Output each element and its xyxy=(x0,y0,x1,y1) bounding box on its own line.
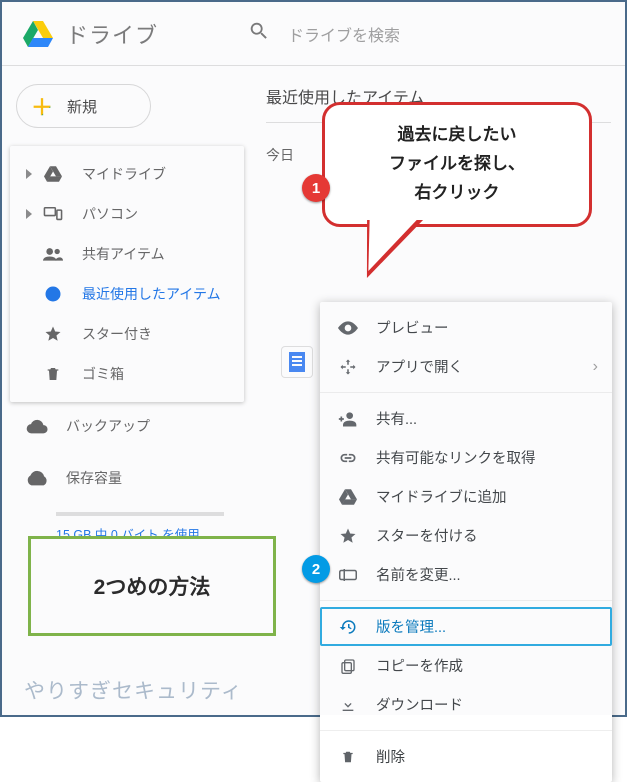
context-menu: プレビュー アプリで開く › 共有... 共有可能なリンクを取得 マイドライブに… xyxy=(320,302,612,782)
callout-line: ファイルを探し、 xyxy=(343,150,571,179)
download-icon xyxy=(338,696,358,714)
star-icon xyxy=(42,325,64,343)
ctx-label: アプリで開く xyxy=(376,356,463,377)
copy-icon xyxy=(338,657,358,675)
ctx-add-to-drive[interactable]: マイドライブに追加 xyxy=(320,477,612,516)
nav-label: マイドライブ xyxy=(82,164,166,184)
chevron-right-icon: › xyxy=(593,358,598,376)
nav-label: 最近使用したアイテム xyxy=(82,284,221,304)
annotation-green-box: 2つめの方法 xyxy=(28,536,276,636)
trash-icon xyxy=(42,365,64,383)
link-icon xyxy=(338,452,358,464)
nav-list: マイドライブ パソコン 共有アイテム 最近使用したアイテム スター付き xyxy=(10,146,244,402)
nav-item-trash[interactable]: ゴミ箱 xyxy=(10,354,244,394)
nav-label: パソコン xyxy=(82,204,138,224)
nav-item-backups[interactable]: バックアップ xyxy=(10,402,244,450)
drive-triangle-icon xyxy=(42,166,64,182)
trash-icon xyxy=(338,748,358,766)
nav-item-computers[interactable]: パソコン xyxy=(10,194,244,234)
nav-label: ゴミ箱 xyxy=(82,364,124,384)
drive-logo-icon xyxy=(18,14,58,54)
ctx-preview[interactable]: プレビュー xyxy=(320,308,612,347)
ctx-rename[interactable]: 名前を変更... xyxy=(320,555,612,594)
new-button-label: 新規 xyxy=(67,96,97,117)
annotation-badge-2: 2 xyxy=(302,555,330,583)
ctx-label: 共有可能なリンクを取得 xyxy=(376,447,536,468)
cloud-outline-icon xyxy=(26,470,48,486)
nav-item-recent[interactable]: 最近使用したアイテム xyxy=(10,274,244,314)
ctx-label: マイドライブに追加 xyxy=(376,486,507,507)
new-button[interactable]: ＋ 新規 xyxy=(16,84,151,128)
expand-icon xyxy=(26,209,32,219)
storage-bar xyxy=(56,512,224,516)
ctx-make-copy[interactable]: コピーを作成 xyxy=(320,646,612,685)
ctx-add-star[interactable]: スターを付ける xyxy=(320,516,612,555)
ctx-share[interactable]: 共有... xyxy=(320,399,612,438)
eye-icon xyxy=(338,321,358,335)
nav-label: 共有アイテム xyxy=(82,244,165,264)
drive-add-icon xyxy=(338,489,358,505)
nav-item-starred[interactable]: スター付き xyxy=(10,314,244,354)
nav-item-mydrive[interactable]: マイドライブ xyxy=(10,154,244,194)
ctx-label: プレビュー xyxy=(376,317,449,338)
ctx-open-with[interactable]: アプリで開く › xyxy=(320,347,612,386)
devices-icon xyxy=(42,207,64,221)
ctx-get-link[interactable]: 共有可能なリンクを取得 xyxy=(320,438,612,477)
ctx-label: コピーを作成 xyxy=(376,655,463,676)
open-with-icon xyxy=(338,358,358,376)
clock-icon xyxy=(42,285,64,303)
app-title: ドライブ xyxy=(66,18,158,50)
expand-icon xyxy=(26,169,32,179)
people-icon xyxy=(42,247,64,261)
nav-label: バックアップ xyxy=(66,416,150,436)
person-add-icon xyxy=(338,411,358,427)
ctx-download[interactable]: ダウンロード xyxy=(320,685,612,724)
nav-item-storage[interactable]: 保存容量 xyxy=(10,454,244,502)
green-box-text: 2つめの方法 xyxy=(94,571,211,601)
callout-line: 右クリック xyxy=(343,179,571,208)
rename-icon xyxy=(338,568,358,582)
search-placeholder: ドライブを検索 xyxy=(288,22,400,46)
ctx-delete[interactable]: 削除 xyxy=(320,737,612,776)
nav-item-shared[interactable]: 共有アイテム xyxy=(10,234,244,274)
ctx-manage-versions[interactable]: 版を管理... xyxy=(320,607,612,646)
star-icon xyxy=(338,527,358,545)
search-box[interactable]: ドライブを検索 xyxy=(248,20,400,47)
app-header: ドライブ ドライブを検索 xyxy=(2,2,625,66)
plus-icon: ＋ xyxy=(31,90,53,122)
callout-line: 過去に戻したい xyxy=(343,121,571,150)
cloud-icon xyxy=(26,418,48,434)
history-icon xyxy=(338,618,358,636)
docs-file-icon xyxy=(289,352,305,372)
search-icon xyxy=(248,20,270,47)
file-item[interactable] xyxy=(282,347,312,377)
ctx-label: 名前を変更... xyxy=(376,564,461,585)
ctx-label: スターを付ける xyxy=(376,525,478,546)
nav-label: 保存容量 xyxy=(66,468,122,488)
ctx-label: 共有... xyxy=(376,408,417,429)
watermark-text: やりすぎセキュリティ xyxy=(24,675,243,705)
ctx-label: 削除 xyxy=(376,746,405,767)
annotation-badge-1: 1 xyxy=(302,174,330,202)
annotation-callout-1: 過去に戻したい ファイルを探し、 右クリック xyxy=(322,102,592,227)
ctx-label: 版を管理... xyxy=(376,616,446,637)
ctx-label: ダウンロード xyxy=(376,694,463,715)
nav-label: スター付き xyxy=(82,324,152,344)
